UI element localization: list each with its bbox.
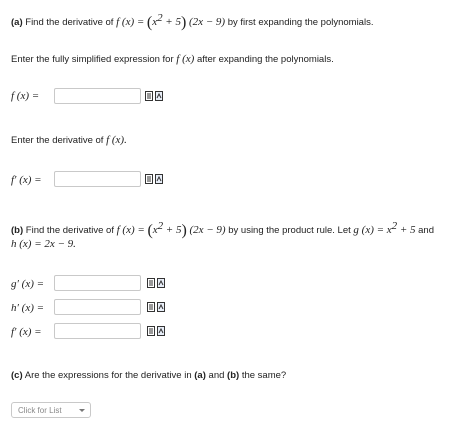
formula-help-icon[interactable]	[157, 278, 165, 288]
fprime-label-a: f′ (x) =	[11, 174, 42, 186]
preview-icon[interactable]	[147, 278, 155, 288]
hprime-input[interactable]	[54, 299, 141, 315]
fprime-input-a[interactable]	[54, 171, 141, 187]
preview-icon[interactable]	[145, 91, 153, 101]
chevron-down-icon	[79, 409, 85, 412]
part-b-h-definition: h (x) = 2x − 9.	[11, 238, 76, 250]
preview-icon[interactable]	[147, 326, 155, 336]
formula-help-icon[interactable]	[157, 302, 165, 312]
preview-icon[interactable]	[145, 174, 153, 184]
fprime-label-b: f′ (x) =	[11, 326, 42, 338]
formula-help-icon[interactable]	[155, 174, 163, 184]
preview-icon[interactable]	[147, 302, 155, 312]
dropdown-placeholder: Click for List	[18, 406, 62, 415]
fx-label: f (x) =	[11, 90, 40, 102]
part-c-question: (c) Are the expressions for the derivati…	[11, 370, 287, 381]
part-a-prompt: (a) Find the derivative of f (x) = (x2 +…	[11, 12, 374, 32]
formula-help-icon[interactable]	[155, 91, 163, 101]
answer-dropdown[interactable]: Click for List	[11, 402, 91, 418]
fprime-input-b[interactable]	[54, 323, 141, 339]
formula-help-icon[interactable]	[157, 326, 165, 336]
part-a-instruction: Enter the fully simplified expression fo…	[11, 53, 334, 65]
fx-input[interactable]	[54, 88, 141, 104]
part-a-derivative-instruction: Enter the derivative of f (x).	[11, 134, 127, 146]
gprime-input[interactable]	[54, 275, 141, 291]
gprime-label: g′ (x) =	[11, 278, 45, 290]
hprime-label: h′ (x) =	[11, 302, 45, 314]
